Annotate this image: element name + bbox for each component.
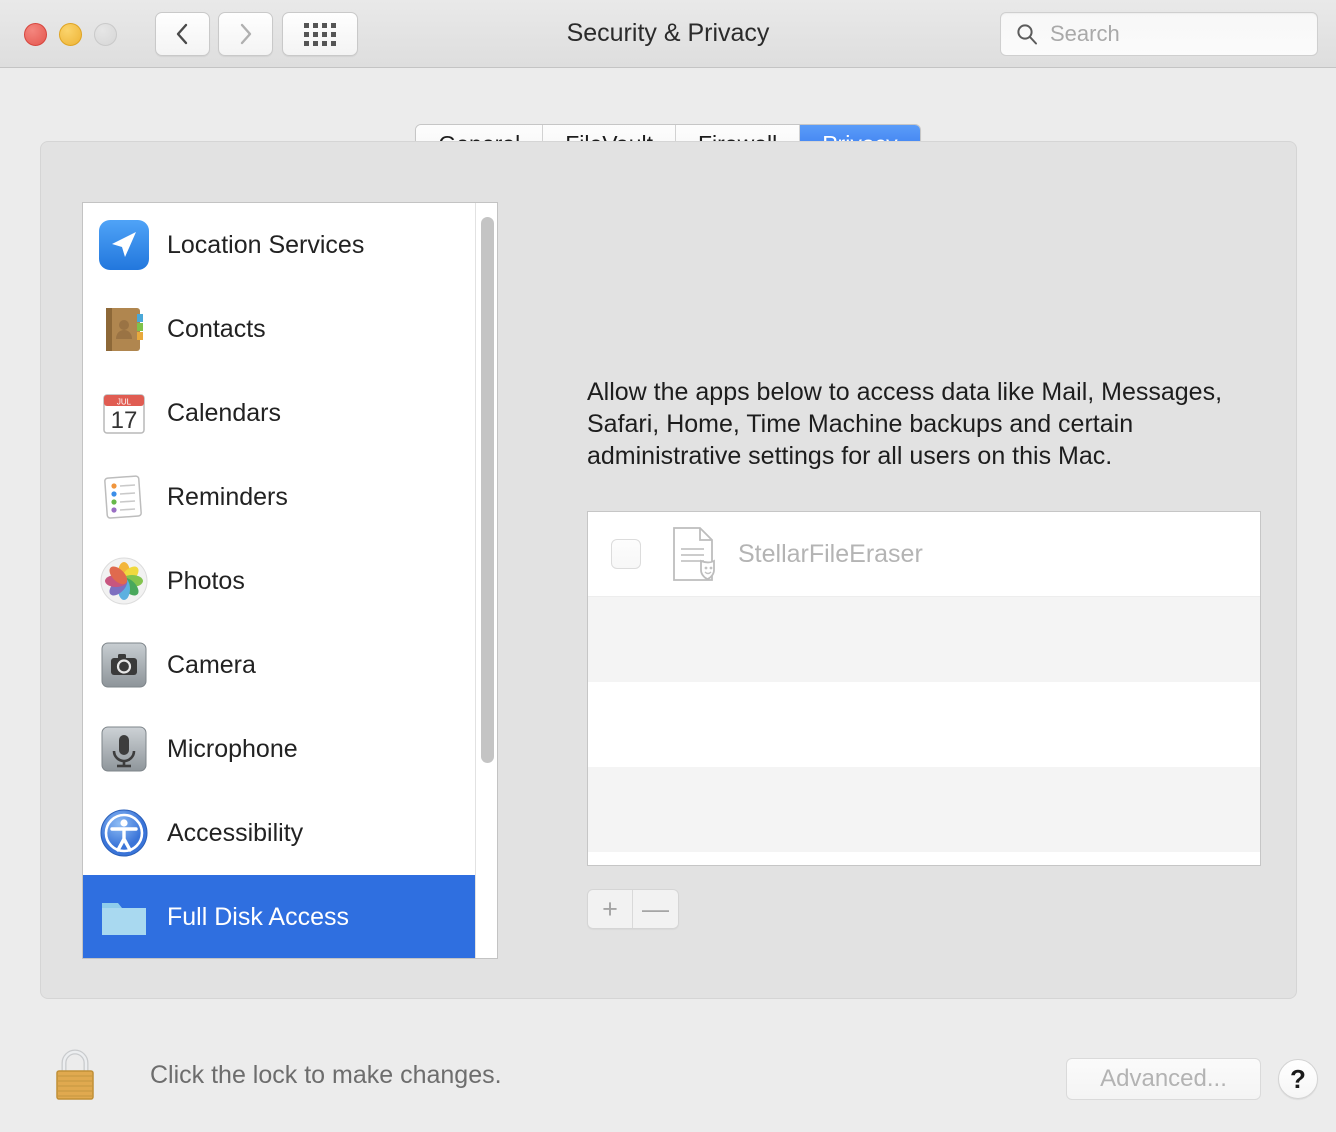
sidebar-item-label: Reminders <box>167 482 288 511</box>
location-services-icon <box>95 216 153 274</box>
contacts-icon <box>95 300 153 358</box>
sidebar-item-label: Location Services <box>167 230 365 259</box>
sidebar-item-calendars[interactable]: JUL 17 Calendars <box>83 371 497 455</box>
sidebar-item-contacts[interactable]: Contacts <box>83 287 497 371</box>
lock-message: Click the lock to make changes. <box>150 1061 502 1089</box>
search-icon <box>1017 24 1037 45</box>
table-row-empty <box>588 767 1260 852</box>
sidebar-item-accessibility[interactable]: Accessibility <box>83 791 497 875</box>
allowed-apps-list[interactable]: StellarFileEraser <box>587 511 1261 866</box>
table-row-empty <box>588 682 1260 767</box>
table-row[interactable]: StellarFileEraser <box>588 512 1260 597</box>
calendar-month-label: JUL <box>117 398 132 407</box>
privacy-category-list[interactable]: Location Services Contacts JUL 17 Calend… <box>82 202 498 959</box>
full-disk-access-detail: Allow the apps below to access data like… <box>553 208 1293 1094</box>
remove-app-button[interactable]: — <box>633 890 678 928</box>
camera-icon <box>95 636 153 694</box>
calendars-icon: JUL 17 <box>95 384 153 442</box>
sidebar-item-location-services[interactable]: Location Services <box>83 203 497 287</box>
sidebar-item-full-disk-access[interactable]: Full Disk Access <box>83 875 497 958</box>
sidebar-item-label: Accessibility <box>167 818 304 847</box>
app-enable-checkbox[interactable] <box>611 539 641 569</box>
help-button[interactable]: ? <box>1278 1059 1318 1099</box>
window-titlebar: Security & Privacy Search <box>0 0 1336 68</box>
padlock-closed-icon[interactable] <box>48 1044 102 1107</box>
sidebar-scrollbar-thumb[interactable] <box>481 217 494 763</box>
sidebar-item-label: Calendars <box>167 398 281 427</box>
sidebar-scrollbar[interactable] <box>475 203 497 958</box>
accessibility-icon <box>95 804 153 862</box>
sidebar-item-microphone[interactable]: Microphone <box>83 707 497 791</box>
sidebar-item-label: Contacts <box>167 314 266 343</box>
sidebar-item-photos[interactable]: Photos <box>83 539 497 623</box>
advanced-button[interactable]: Advanced... <box>1066 1058 1261 1100</box>
microphone-icon <box>95 720 153 778</box>
folder-icon <box>95 888 153 946</box>
search-placeholder: Search <box>1050 21 1120 46</box>
table-row-empty <box>588 852 1260 865</box>
lock-area[interactable]: Click the lock to make changes. <box>48 1044 502 1107</box>
search-field[interactable]: Search <box>1000 12 1318 56</box>
add-app-button[interactable]: + <box>588 890 633 928</box>
document-shield-icon <box>664 523 722 585</box>
sidebar-item-label: Full Disk Access <box>167 902 349 931</box>
sidebar-item-reminders[interactable]: Reminders <box>83 455 497 539</box>
app-name: StellarFileEraser <box>738 539 923 568</box>
sidebar-item-camera[interactable]: Camera <box>83 623 497 707</box>
calendar-day-label: 17 <box>111 407 138 434</box>
table-row-empty <box>588 597 1260 682</box>
privacy-panel: Location Services Contacts JUL 17 Calend… <box>40 141 1297 999</box>
reminders-icon <box>95 468 153 526</box>
sidebar-item-label: Photos <box>167 566 245 595</box>
photos-icon <box>95 552 153 610</box>
permission-description: Allow the apps below to access data like… <box>587 378 1223 470</box>
sidebar-item-label: Camera <box>167 650 256 679</box>
sidebar-item-label: Microphone <box>167 734 298 763</box>
add-remove-buttons: + — <box>587 889 679 929</box>
